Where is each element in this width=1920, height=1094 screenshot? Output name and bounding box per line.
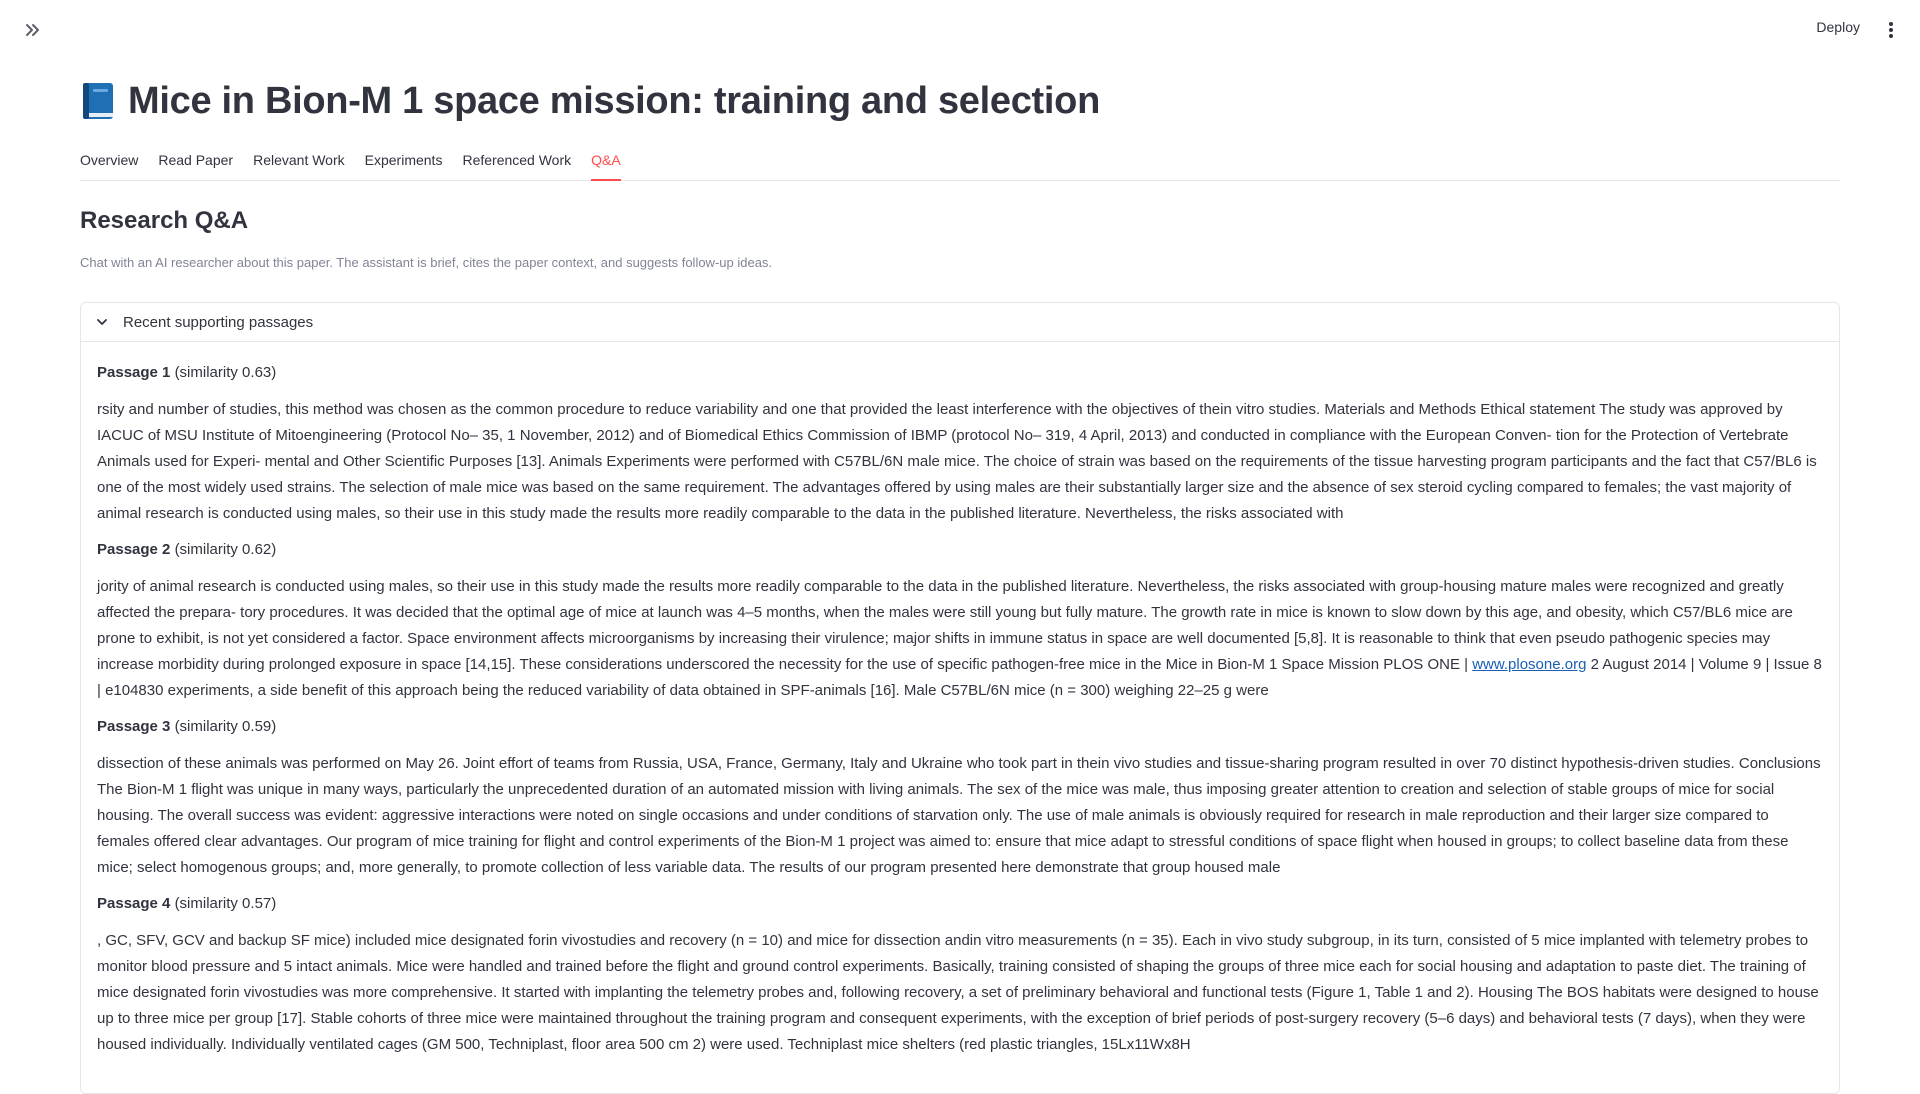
passage-label: Passage 1 <box>97 364 171 381</box>
supporting-passages-expander: Recent supporting passages Passage 1 (si… <box>80 302 1840 1094</box>
deploy-button[interactable]: Deploy <box>1816 19 1860 35</box>
main-content: Mice in Bion-M 1 space mission: training… <box>80 72 1840 1094</box>
passage-text: , GC, SFV, GCV and backup SF mice) inclu… <box>97 932 1819 1053</box>
expander-label: Recent supporting passages <box>123 313 314 331</box>
chevron-down-icon <box>95 315 109 329</box>
tab-overview[interactable]: Overview <box>80 148 138 180</box>
tab-referenced-work[interactable]: Referenced Work <box>462 148 571 180</box>
passage-similarity: (similarity 0.59) <box>174 718 277 735</box>
top-toolbar: Deploy <box>0 0 1920 60</box>
passage-text: rsity and number of studies, this method… <box>97 401 1817 522</box>
passage-similarity: (similarity 0.63) <box>174 364 277 381</box>
more-options-icon[interactable] <box>1882 18 1900 42</box>
section-caption: Chat with an AI researcher about this pa… <box>80 255 773 270</box>
page-title: Mice in Bion-M 1 space mission: training… <box>80 72 1840 130</box>
passage-label: Passage 2 <box>97 541 171 558</box>
tab-read-paper[interactable]: Read Paper <box>158 148 233 180</box>
passage-heading: Passage 3 (similarity 0.59) <box>97 714 1823 740</box>
passage-similarity: (similarity 0.57) <box>174 895 277 912</box>
passage-label: Passage 3 <box>97 718 171 735</box>
tab-qa[interactable]: Q&A <box>591 148 621 181</box>
passage-heading: Passage 1 (similarity 0.63) <box>97 360 1823 386</box>
section-heading: Research Q&A <box>80 207 249 234</box>
passage-text: dissection of these animals was performe… <box>97 755 1821 876</box>
passage-heading: Passage 4 (similarity 0.57) <box>97 891 1823 917</box>
tab-bar: Overview Read Paper Relevant Work Experi… <box>80 148 1840 181</box>
tab-experiments[interactable]: Experiments <box>365 148 443 180</box>
expander-toggle[interactable]: Recent supporting passages <box>81 303 1839 342</box>
passage-heading: Passage 2 (similarity 0.62) <box>97 537 1823 563</box>
page-title-text: Mice in Bion-M 1 space mission: training… <box>128 79 1100 122</box>
passages-list: Passage 1 (similarity 0.63) rsity and nu… <box>81 342 1839 1058</box>
plosone-link[interactable]: www.plosone.org <box>1472 656 1586 673</box>
passage-text: jority of animal research is conducted u… <box>97 574 1823 704</box>
book-icon <box>80 81 116 121</box>
passage-label: Passage 4 <box>97 895 171 912</box>
expand-sidebar-icon[interactable] <box>22 19 44 41</box>
passage-similarity: (similarity 0.62) <box>174 541 277 558</box>
tab-relevant-work[interactable]: Relevant Work <box>253 148 345 180</box>
